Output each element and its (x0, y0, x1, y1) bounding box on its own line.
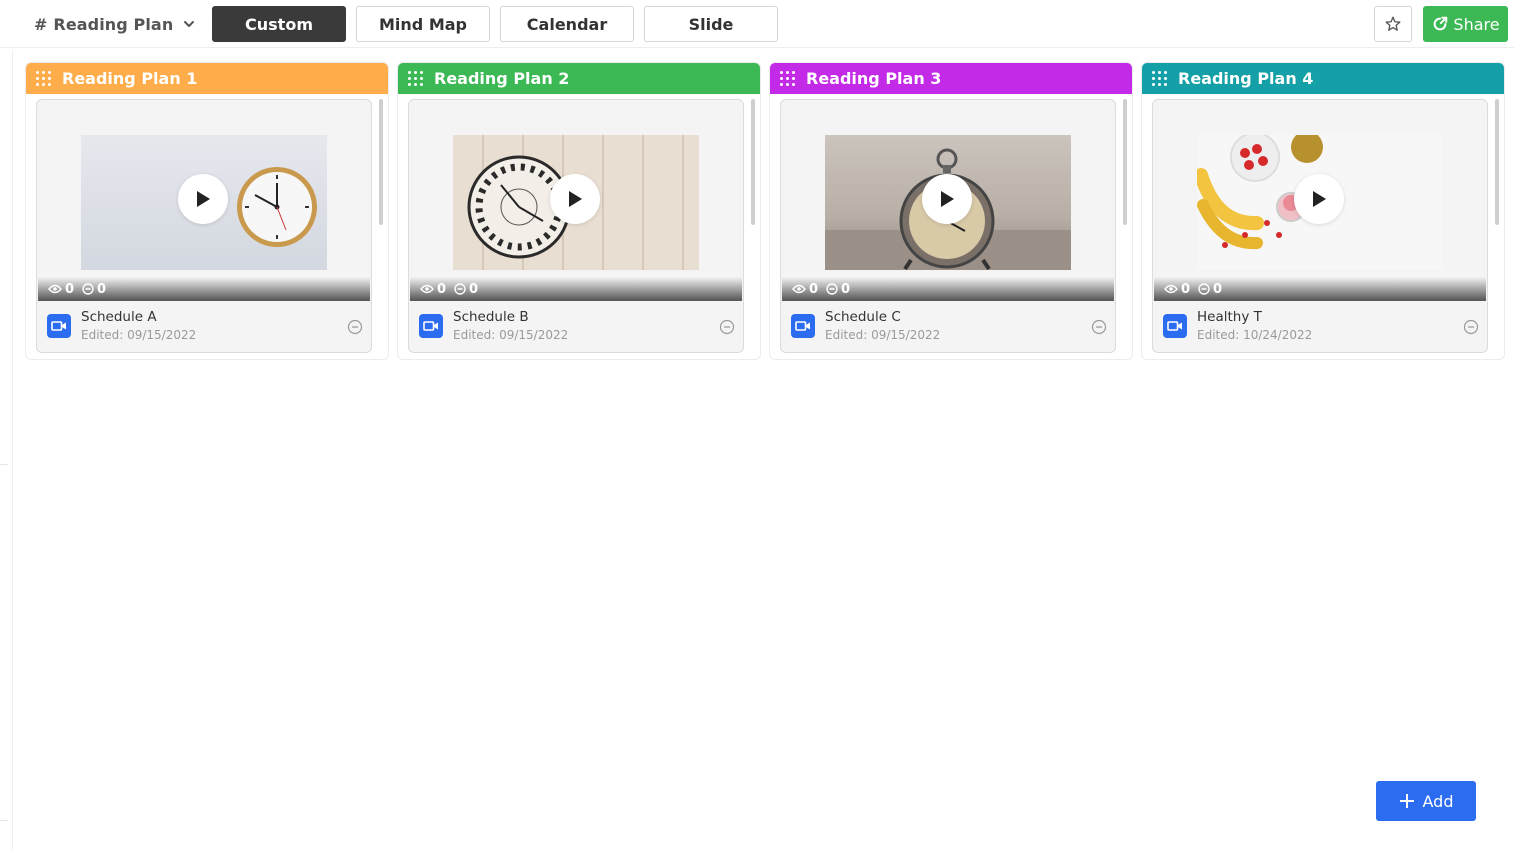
left-divider (12, 50, 13, 851)
card-title: Healthy T (1197, 309, 1262, 325)
card-meta: Schedule C Edited: 09/15/2022 (791, 308, 1107, 346)
comment-count: 0 (97, 281, 107, 297)
card-meta: Schedule B Edited: 09/15/2022 (419, 308, 735, 346)
tab-custom[interactable]: Custom (212, 6, 346, 42)
eye-icon (792, 284, 806, 294)
column-scrollbar[interactable] (751, 99, 755, 225)
card-stats: 0 0 (410, 277, 742, 301)
card-schedule-a[interactable]: 0 0 Schedule A Edited: 09/15/2022 (36, 99, 372, 353)
play-button[interactable] (178, 174, 228, 224)
comment-icon (454, 283, 466, 295)
remove-icon[interactable] (719, 319, 735, 335)
plan-switcher[interactable]: # Reading Plan (34, 12, 199, 36)
video-icon (1163, 314, 1187, 338)
add-button[interactable]: Add (1376, 781, 1476, 821)
remove-icon[interactable] (1463, 319, 1479, 335)
tab-mind-map[interactable]: Mind Map (356, 6, 490, 42)
column-reading-plan-2: Reading Plan 2 0 0 Schedule B Edited: 09… (397, 62, 761, 360)
play-icon (197, 191, 210, 207)
favorite-button[interactable] (1374, 6, 1412, 42)
add-label: Add (1422, 791, 1454, 811)
play-button[interactable] (1294, 174, 1344, 224)
card-stats: 0 0 (1154, 277, 1486, 301)
view-count: 0 (809, 281, 819, 297)
card-schedule-b[interactable]: 0 0 Schedule B Edited: 09/15/2022 (408, 99, 744, 353)
view-count: 0 (1181, 281, 1191, 297)
play-icon (1313, 191, 1326, 207)
card-meta: Healthy T Edited: 10/24/2022 (1163, 308, 1479, 346)
eye-icon (420, 284, 434, 294)
play-button[interactable] (550, 174, 600, 224)
remove-icon[interactable] (347, 319, 363, 335)
toolbar: # Reading Plan Custom Mind Map Calendar … (0, 0, 1514, 48)
card-edited-date: Edited: 09/15/2022 (453, 328, 569, 342)
eye-icon (48, 284, 62, 294)
column-header[interactable]: Reading Plan 4 (1142, 63, 1504, 94)
star-icon (1385, 16, 1401, 31)
card-edited-date: Edited: 09/15/2022 (825, 328, 941, 342)
hash-icon: # (34, 14, 48, 34)
video-icon (419, 314, 443, 338)
card-title: Schedule A (81, 309, 157, 325)
card-stats: 0 0 (782, 277, 1114, 301)
card-title: Schedule B (453, 309, 529, 325)
column-title: Reading Plan 4 (1178, 69, 1314, 88)
column-title: Reading Plan 3 (806, 69, 942, 88)
column-title: Reading Plan 1 (62, 69, 198, 88)
tab-slide[interactable]: Slide (644, 6, 778, 42)
video-icon (47, 314, 71, 338)
share-button[interactable]: Share (1423, 6, 1508, 42)
left-tick (0, 820, 8, 821)
grip-icon[interactable] (780, 70, 796, 87)
comment-count: 0 (841, 281, 851, 297)
card-edited-date: Edited: 09/15/2022 (81, 328, 197, 342)
column-reading-plan-1: Reading Plan 1 0 0 Schedule A Edited: 09… (25, 62, 389, 360)
card-meta: Schedule A Edited: 09/15/2022 (47, 308, 363, 346)
comment-count: 0 (469, 281, 479, 297)
view-count: 0 (65, 281, 75, 297)
comment-icon (826, 283, 838, 295)
comment-count: 0 (1213, 281, 1223, 297)
card-schedule-c[interactable]: 0 0 Schedule C Edited: 09/15/2022 (780, 99, 1116, 353)
comment-icon (82, 283, 94, 295)
play-button[interactable] (922, 174, 972, 224)
card-healthy-t[interactable]: 0 0 Healthy T Edited: 10/24/2022 (1152, 99, 1488, 353)
column-title: Reading Plan 2 (434, 69, 570, 88)
share-label: Share (1453, 14, 1500, 34)
card-title: Schedule C (825, 309, 901, 325)
column-scrollbar[interactable] (379, 99, 383, 225)
tab-calendar[interactable]: Calendar (500, 6, 634, 42)
grip-icon[interactable] (1152, 70, 1168, 87)
column-header[interactable]: Reading Plan 3 (770, 63, 1132, 94)
column-scrollbar[interactable] (1123, 99, 1127, 225)
plan-title: Reading Plan (53, 14, 174, 34)
column-header[interactable]: Reading Plan 2 (398, 63, 760, 94)
comment-icon (1198, 283, 1210, 295)
play-icon (569, 191, 582, 207)
column-reading-plan-4: Reading Plan 4 0 0 Healthy T Edited: 10/… (1141, 62, 1505, 360)
video-icon (791, 314, 815, 338)
column-reading-plan-3: Reading Plan 3 0 0 Schedule C Edited: 09… (769, 62, 1133, 360)
card-edited-date: Edited: 10/24/2022 (1197, 328, 1313, 342)
left-tick (0, 464, 8, 465)
grip-icon[interactable] (36, 70, 52, 87)
remove-icon[interactable] (1091, 319, 1107, 335)
play-icon (941, 191, 954, 207)
column-scrollbar[interactable] (1495, 99, 1499, 225)
share-icon (1434, 16, 1448, 31)
eye-icon (1164, 284, 1178, 294)
plus-icon (1399, 794, 1414, 808)
view-count: 0 (437, 281, 447, 297)
column-header[interactable]: Reading Plan 1 (26, 63, 388, 94)
grip-icon[interactable] (408, 70, 424, 87)
card-stats: 0 0 (38, 277, 370, 301)
chevron-down-icon (179, 14, 199, 34)
